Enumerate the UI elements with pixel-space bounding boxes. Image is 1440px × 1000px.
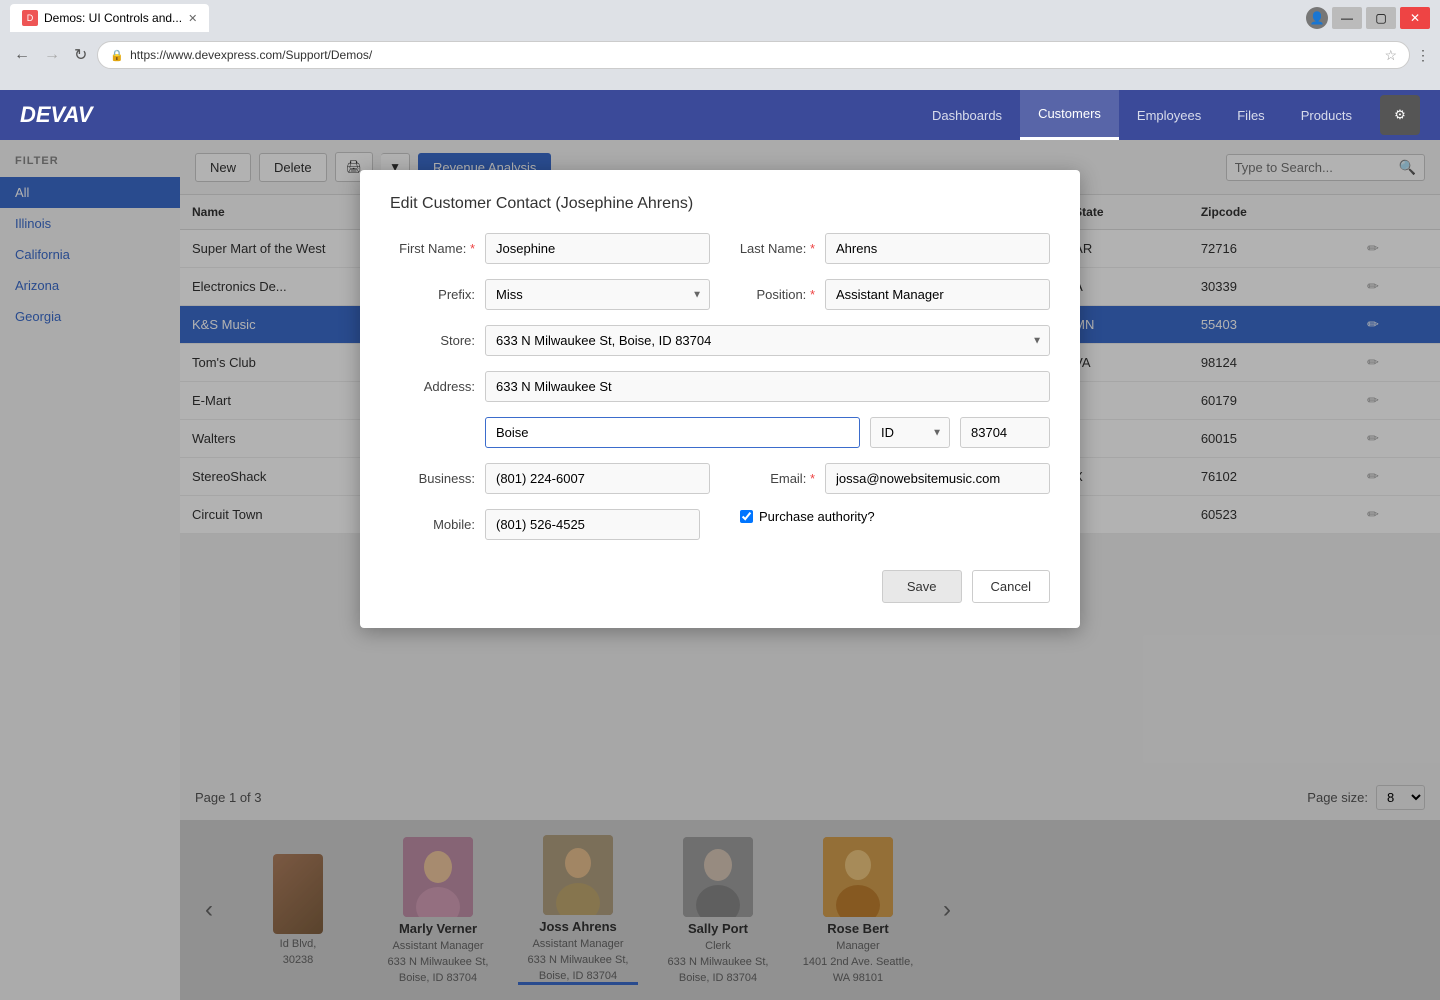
prefix-select[interactable]: Miss Mr. Mrs. Dr. bbox=[485, 279, 710, 310]
browser-chrome: D Demos: UI Controls and... ✕ 👤 — ▢ ✕ ← … bbox=[0, 0, 1440, 90]
window-controls: 👤 — ▢ ✕ bbox=[1306, 7, 1430, 29]
position-input[interactable] bbox=[825, 279, 1050, 310]
form-row-2: Prefix: Miss Mr. Mrs. Dr. Position: * bbox=[390, 279, 1050, 310]
dialog-footer: Save Cancel bbox=[390, 560, 1050, 603]
save-button[interactable]: Save bbox=[882, 570, 962, 603]
nav-dashboards[interactable]: Dashboards bbox=[914, 90, 1020, 140]
main-layout: FILTER All Illinois California Arizona G… bbox=[0, 140, 1440, 1000]
form-group-prefix: Prefix: Miss Mr. Mrs. Dr. bbox=[390, 279, 710, 310]
new-tab-area bbox=[217, 4, 337, 32]
modal-overlay: Edit Customer Contact (Josephine Ahrens)… bbox=[0, 140, 1440, 1000]
form-group-firstname: First Name: * bbox=[390, 233, 710, 264]
browser-menu-btn[interactable]: ⋮ bbox=[1416, 47, 1430, 64]
position-required: * bbox=[810, 287, 815, 302]
back-btn[interactable]: ← bbox=[10, 42, 34, 68]
store-select[interactable]: 633 N Milwaukee St, Boise, ID 83704 bbox=[485, 325, 1050, 356]
form-row-1: First Name: * Last Name: * bbox=[390, 233, 1050, 264]
forward-btn[interactable]: → bbox=[40, 42, 64, 68]
browser-toolbar: ← → ↻ 🔒 https://www.devexpress.com/Suppo… bbox=[0, 36, 1440, 74]
tab-favicon: D bbox=[22, 10, 38, 26]
app-nav: Dashboards Customers Employees Files Pro… bbox=[914, 90, 1370, 140]
form-row-mobile-purchase: Mobile: Purchase authority? bbox=[390, 509, 1050, 540]
dialog-title: Edit Customer Contact (Josephine Ahrens) bbox=[390, 195, 1050, 213]
app-logo: DEVAV bbox=[20, 102, 93, 128]
state-select-wrapper: ID AL AK AZ CA IL bbox=[870, 417, 950, 448]
lastname-label: Last Name: * bbox=[730, 241, 815, 256]
business-input[interactable] bbox=[485, 463, 710, 494]
firstname-input[interactable] bbox=[485, 233, 710, 264]
form-group-mobile: Mobile: bbox=[390, 509, 700, 540]
form-group-address: Address: bbox=[390, 371, 1050, 402]
business-label: Business: bbox=[390, 471, 475, 486]
tab-title: Demos: UI Controls and... bbox=[44, 11, 182, 25]
form-row-city-state-zip: ID AL AK AZ CA IL bbox=[485, 417, 1050, 448]
form-row-business-email: Business: Email: * bbox=[390, 463, 1050, 494]
nav-customers[interactable]: Customers bbox=[1020, 90, 1119, 140]
state-select[interactable]: ID AL AK AZ CA IL bbox=[870, 417, 950, 448]
nav-products[interactable]: Products bbox=[1283, 90, 1370, 140]
form-group-email: Email: * bbox=[730, 463, 1050, 494]
firstname-label: First Name: * bbox=[390, 241, 475, 256]
email-required: * bbox=[810, 471, 815, 486]
url-text: https://www.devexpress.com/Support/Demos… bbox=[130, 48, 1378, 62]
store-select-wrapper: 633 N Milwaukee St, Boise, ID 83704 bbox=[485, 325, 1050, 356]
store-label: Store: bbox=[390, 333, 475, 348]
zip-input[interactable] bbox=[960, 417, 1050, 448]
purchase-authority-row: Purchase authority? bbox=[740, 509, 875, 524]
settings-btn[interactable]: ⚙ bbox=[1380, 95, 1420, 135]
refresh-btn[interactable]: ↻ bbox=[70, 41, 91, 69]
nav-employees[interactable]: Employees bbox=[1119, 90, 1219, 140]
email-label: Email: * bbox=[730, 471, 815, 486]
city-input[interactable] bbox=[485, 417, 860, 448]
browser-tab[interactable]: D Demos: UI Controls and... ✕ bbox=[10, 4, 209, 32]
prefix-label: Prefix: bbox=[390, 287, 475, 302]
email-input[interactable] bbox=[825, 463, 1050, 494]
prefix-select-wrapper: Miss Mr. Mrs. Dr. bbox=[485, 279, 710, 310]
firstname-required: * bbox=[470, 241, 475, 256]
close-btn[interactable]: ✕ bbox=[1400, 7, 1430, 29]
minimize-btn[interactable]: — bbox=[1332, 7, 1362, 29]
nav-files[interactable]: Files bbox=[1219, 90, 1282, 140]
purchase-authority-checkbox[interactable] bbox=[740, 510, 753, 523]
address-label: Address: bbox=[390, 379, 475, 394]
lastname-required: * bbox=[810, 241, 815, 256]
cancel-button[interactable]: Cancel bbox=[972, 570, 1050, 603]
app-header: DEVAV Dashboards Customers Employees Fil… bbox=[0, 90, 1440, 140]
bookmark-btn[interactable]: ☆ bbox=[1384, 47, 1397, 64]
edit-contact-dialog: Edit Customer Contact (Josephine Ahrens)… bbox=[360, 170, 1080, 628]
browser-titlebar: D Demos: UI Controls and... ✕ 👤 — ▢ ✕ bbox=[0, 0, 1440, 36]
address-bar[interactable]: 🔒 https://www.devexpress.com/Support/Dem… bbox=[97, 41, 1410, 69]
lastname-input[interactable] bbox=[825, 233, 1050, 264]
purchase-authority-label: Purchase authority? bbox=[759, 509, 875, 524]
form-group-purchase: Purchase authority? bbox=[720, 509, 1050, 524]
form-group-position: Position: * bbox=[730, 279, 1050, 310]
form-row-address: Address: bbox=[390, 371, 1050, 402]
tab-close-btn[interactable]: ✕ bbox=[188, 12, 197, 25]
form-row-store: Store: 633 N Milwaukee St, Boise, ID 837… bbox=[390, 325, 1050, 356]
maximize-btn[interactable]: ▢ bbox=[1366, 7, 1396, 29]
form-group-lastname: Last Name: * bbox=[730, 233, 1050, 264]
account-icon[interactable]: 👤 bbox=[1306, 7, 1328, 29]
secure-icon: 🔒 bbox=[110, 49, 124, 62]
address-input[interactable] bbox=[485, 371, 1050, 402]
mobile-input[interactable] bbox=[485, 509, 700, 540]
form-group-business: Business: bbox=[390, 463, 710, 494]
position-label: Position: * bbox=[730, 287, 815, 302]
mobile-label: Mobile: bbox=[390, 517, 475, 532]
